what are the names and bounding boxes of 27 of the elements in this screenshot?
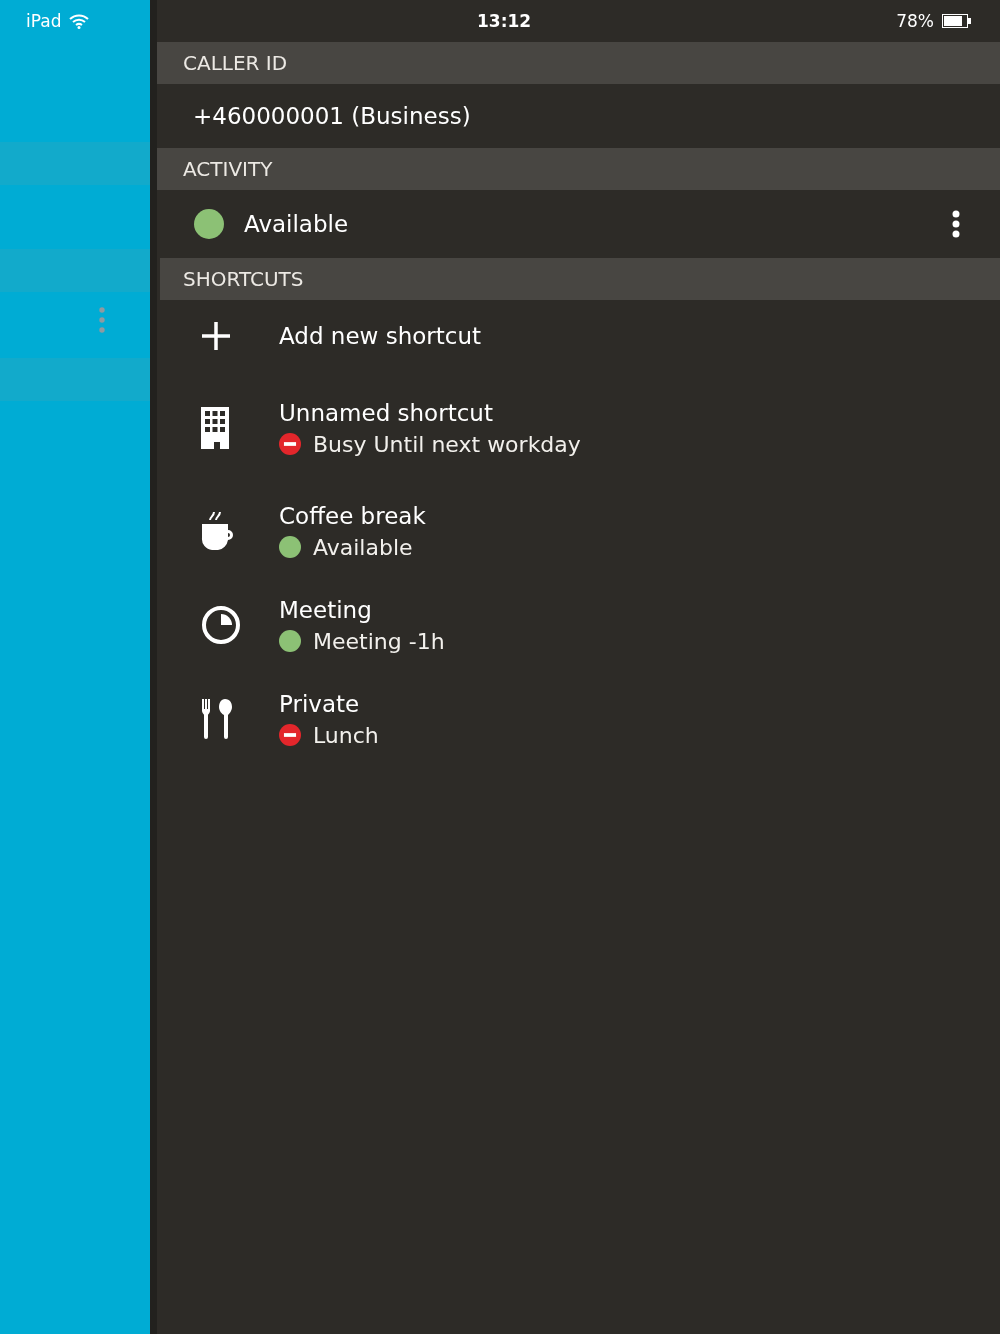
more-icon[interactable] (952, 210, 960, 238)
fork-and-spoon-icon (201, 699, 235, 739)
building-icon (201, 407, 229, 449)
section-header: ACTIVITY (157, 148, 1000, 190)
shortcut-title[interactable]: Private (279, 690, 379, 717)
device-name: iPad (26, 11, 62, 31)
battery-icon (942, 14, 972, 28)
plus-icon[interactable] (201, 321, 231, 351)
sidebar-item[interactable] (0, 249, 150, 292)
clock-icon (201, 605, 241, 645)
section-header: SHORTCUTS (160, 258, 1000, 300)
section-header: CALLER ID (157, 42, 1000, 84)
clock-time: 13:12 (477, 11, 533, 31)
caller-id-value[interactable]: +460000001 (Business) (193, 103, 471, 129)
add-shortcut-link[interactable]: Add new shortcut (279, 323, 482, 349)
shortcut-title[interactable]: Unnamed shortcut (279, 399, 581, 426)
battery-percent: 78% (896, 11, 934, 31)
sidebar-item[interactable] (0, 358, 150, 401)
sidebar-item[interactable] (0, 142, 150, 185)
shortcut-title[interactable]: Coffee break (279, 502, 426, 529)
shortcut-status: Available (313, 534, 413, 560)
activity-status[interactable]: Available (244, 211, 932, 237)
shortcut-status: Busy Until next workday (313, 431, 581, 457)
wifi-icon (69, 13, 90, 29)
shortcut-title[interactable]: Meeting (279, 596, 445, 623)
shortcut-status: Lunch (313, 722, 379, 748)
shortcut-status: Meeting -1h (313, 628, 445, 654)
